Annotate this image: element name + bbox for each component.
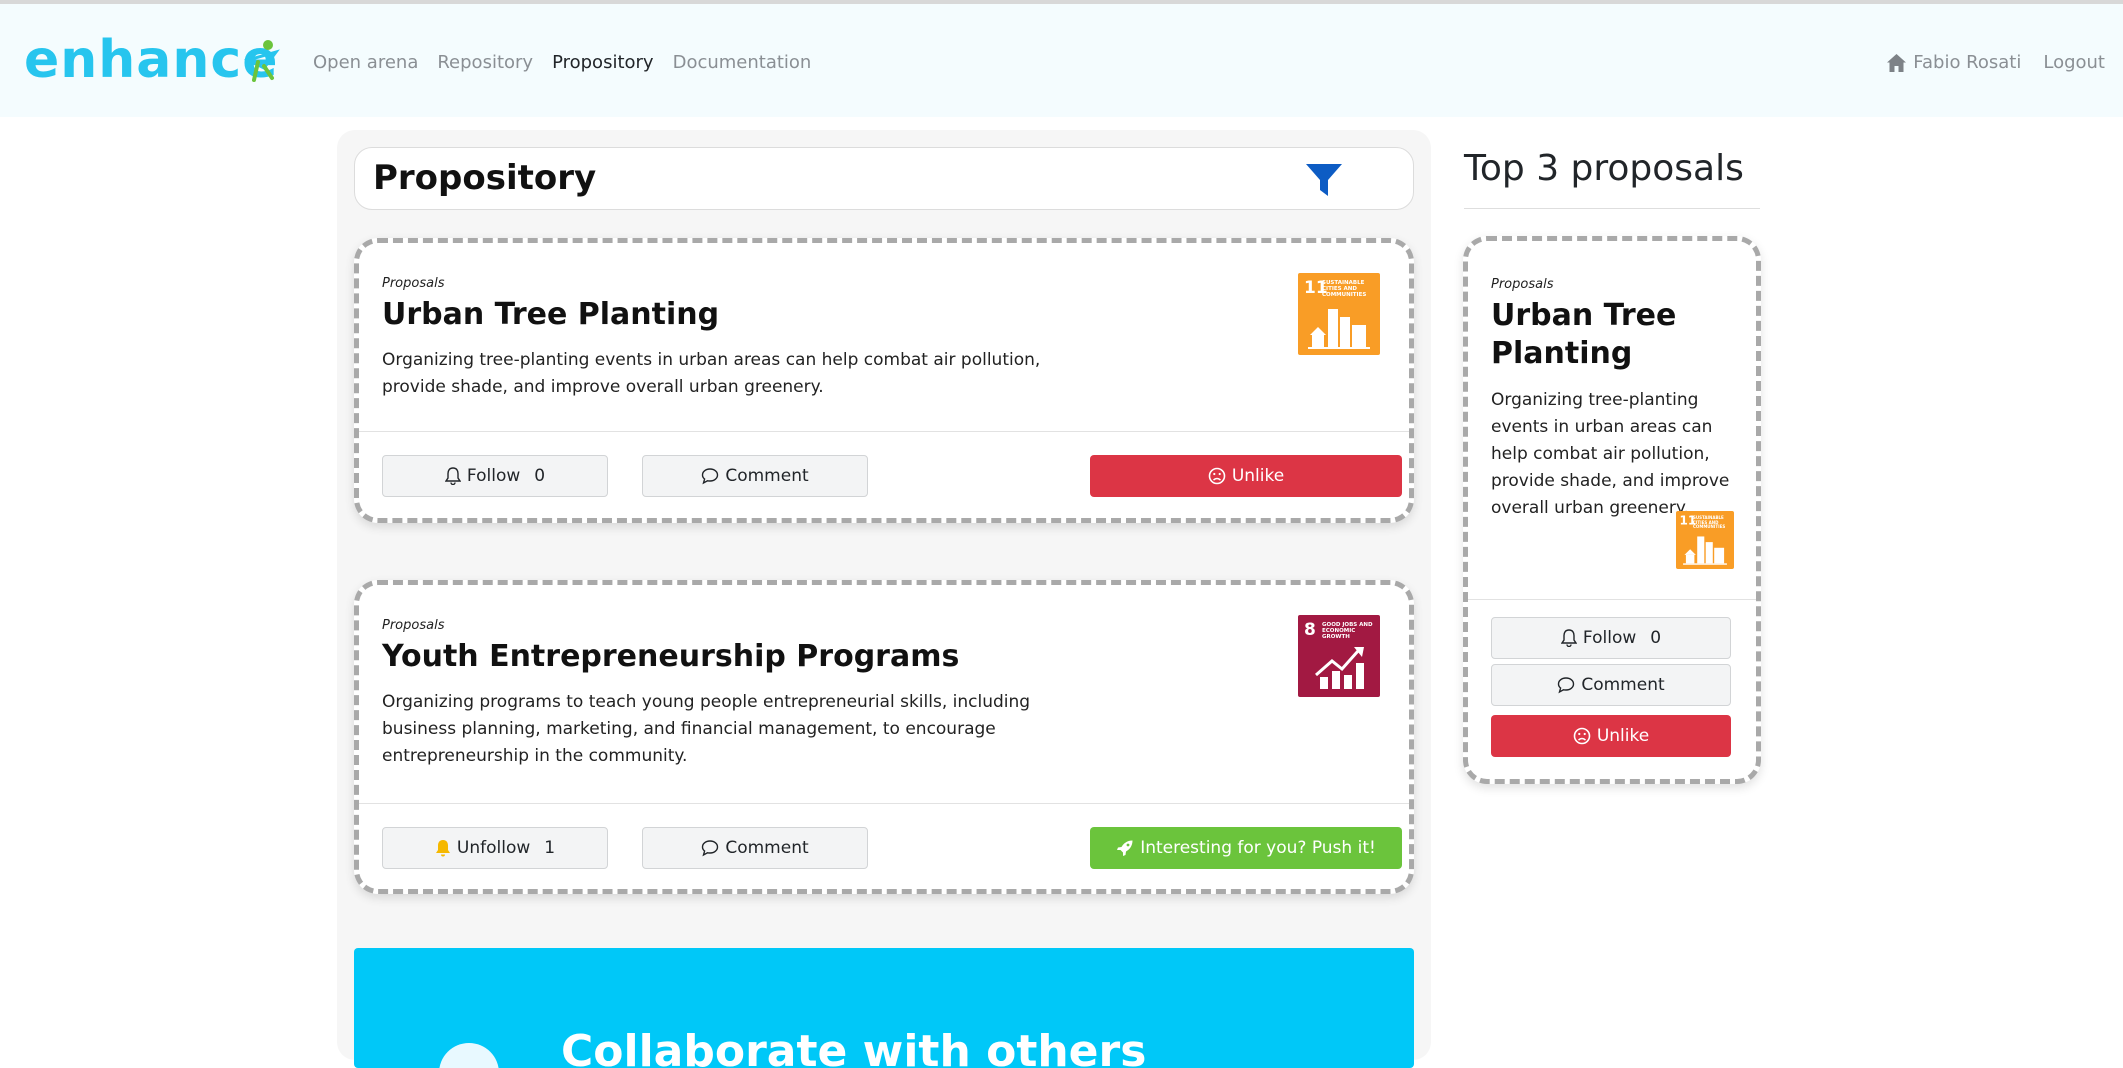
navbar: enhance Open arena Repository Propositor…	[0, 4, 2123, 117]
unlike-label: Unlike	[1231, 466, 1285, 486]
card-divider	[1468, 599, 1756, 600]
follow-label: Follow	[1582, 628, 1637, 648]
sad-face-icon	[1208, 467, 1226, 485]
push-button[interactable]: Interesting for you? Push it!	[1090, 827, 1402, 869]
proposal-card: Proposals Youth Entrepreneurship Program…	[354, 580, 1414, 894]
collaborate-banner[interactable]: Collaborate with others	[354, 948, 1414, 1068]
card-description: Organizing tree-planting events in urban…	[382, 350, 1041, 397]
sdg-8-badge: 8 GOOD JOBS AND ECONOMIC GROWTH	[1298, 615, 1380, 697]
card-description: Organizing programs to teach young peopl…	[382, 692, 1031, 766]
city-icon	[1308, 309, 1370, 349]
logout-link[interactable]: Logout	[2043, 52, 2105, 73]
push-label: Interesting for you? Push it!	[1140, 838, 1376, 858]
comment-icon	[702, 468, 719, 485]
sdg-11-badge: 11 SUSTAINABLE CITIES AND COMMUNITIES	[1298, 273, 1380, 355]
nav-documentation[interactable]: Documentation	[673, 52, 812, 73]
user-name[interactable]: Fabio Rosati	[1913, 52, 2021, 73]
unlike-label: Unlike	[1596, 726, 1650, 746]
filter-icon[interactable]	[1305, 162, 1343, 198]
home-icon[interactable]	[1886, 53, 1907, 73]
proposal-card: Proposals Urban Tree Planting Organizing…	[354, 238, 1414, 523]
sidebar-divider	[1464, 208, 1760, 209]
follow-count: 0	[534, 466, 546, 486]
bell-icon	[1560, 629, 1577, 647]
nav-repository[interactable]: Repository	[437, 52, 533, 73]
sad-face-icon	[1573, 727, 1591, 745]
comment-icon	[702, 840, 719, 857]
nav-propository[interactable]: Propository	[552, 52, 654, 73]
page-title: Propository	[373, 158, 597, 198]
nav-open-arena[interactable]: Open arena	[313, 52, 418, 73]
comment-button[interactable]: Comment	[1491, 664, 1731, 706]
follow-count: 0	[1650, 628, 1662, 648]
unfollow-label: Unfollow	[456, 838, 531, 858]
card-category: Proposals	[382, 618, 445, 633]
top-proposal-card: Proposals Urban Tree Planting Organizing…	[1463, 236, 1761, 784]
brand-logo[interactable]: enhance	[24, 30, 279, 90]
brand-figure-icon	[244, 40, 280, 82]
propository-panel: Propository Proposals Urban Tree Plantin…	[337, 130, 1431, 1068]
card-title[interactable]: Youth Entrepreneurship Programs	[382, 639, 959, 674]
card-divider	[359, 431, 1409, 432]
card-title[interactable]: Urban Tree Planting	[382, 297, 719, 332]
comment-icon	[1558, 677, 1575, 694]
follow-button[interactable]: Follow 0	[382, 455, 608, 497]
panel-header: Propository	[354, 147, 1414, 210]
card-title[interactable]: Urban Tree Planting	[1491, 297, 1741, 373]
main-nav: Open arena Repository Propository Docume…	[313, 52, 830, 73]
unlike-button[interactable]: Unlike	[1090, 455, 1402, 497]
bell-filled-icon	[435, 840, 450, 857]
card-category: Proposals	[382, 276, 445, 291]
banner-heading: Collaborate with others	[561, 1026, 1147, 1068]
card-divider	[359, 803, 1409, 804]
user-area: Fabio Rosati Logout	[1886, 52, 2105, 73]
bell-icon	[444, 467, 461, 485]
comment-label: Comment	[725, 466, 809, 486]
growth-chart-icon	[1315, 647, 1364, 689]
sdg-11-badge: 11 SUSTAINABLE CITIES AND COMMUNITIES	[1676, 511, 1734, 569]
top-proposals-title: Top 3 proposals	[1464, 148, 1744, 189]
card-category: Proposals	[1491, 277, 1554, 292]
follow-label: Follow	[466, 466, 521, 486]
follow-button[interactable]: Follow 0	[1491, 617, 1731, 659]
follow-count: 1	[544, 838, 556, 858]
comment-label: Comment	[1581, 675, 1665, 695]
unlike-button[interactable]: Unlike	[1491, 715, 1731, 757]
sdg-label: SUSTAINABLE CITIES AND COMMUNITIES	[1693, 515, 1726, 529]
rocket-icon	[1117, 840, 1133, 856]
comment-label: Comment	[725, 838, 809, 858]
card-description: Organizing tree-planting events in urban…	[1491, 390, 1730, 518]
comment-button[interactable]: Comment	[642, 455, 868, 497]
unfollow-button[interactable]: Unfollow 1	[382, 827, 608, 869]
comment-button[interactable]: Comment	[642, 827, 868, 869]
